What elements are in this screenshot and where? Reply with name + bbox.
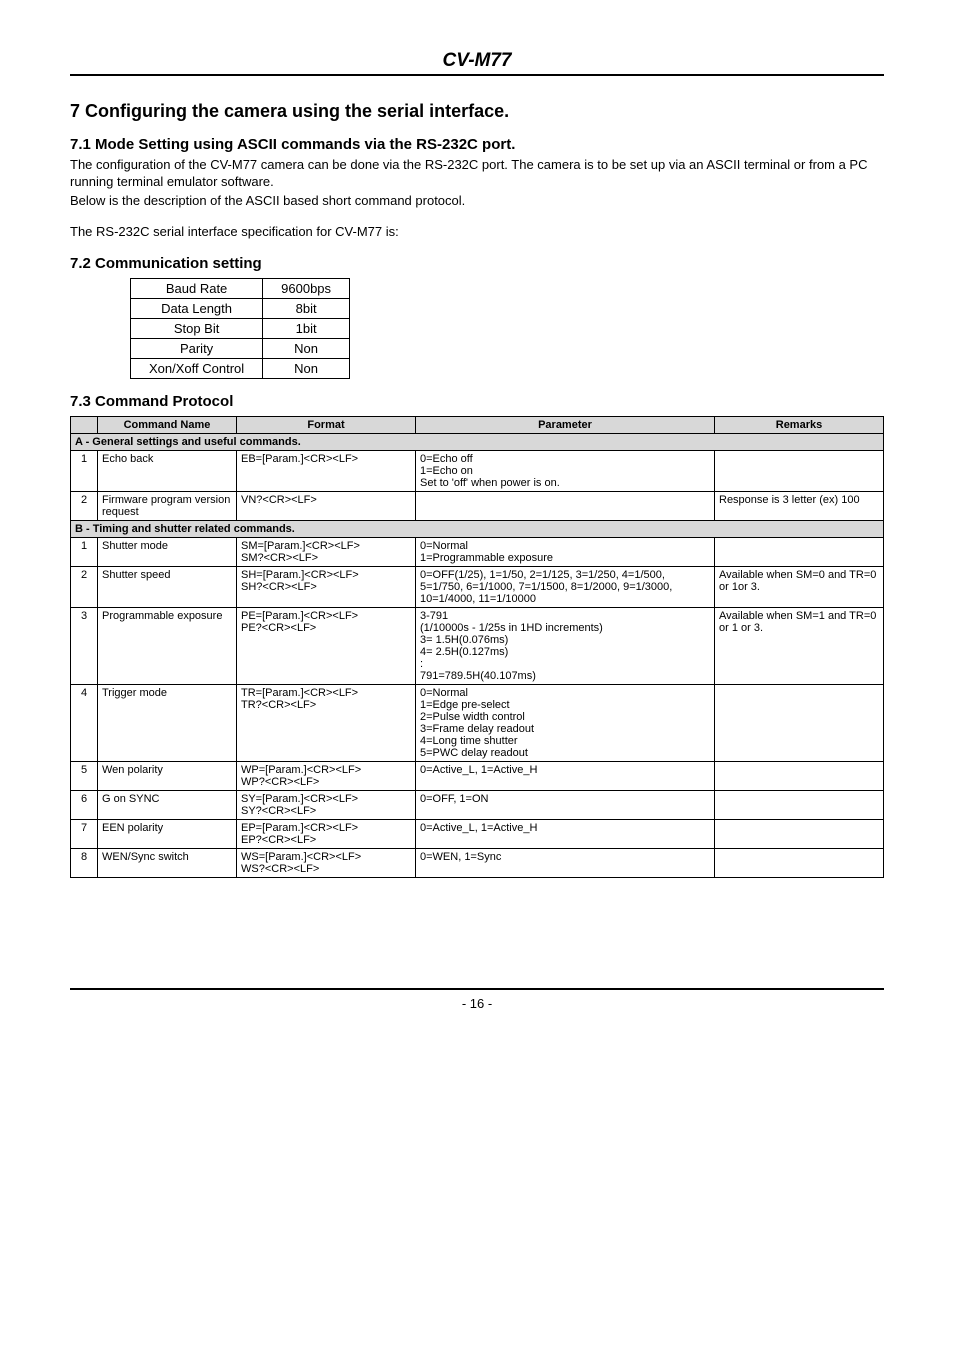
- cmd-num: 7: [71, 819, 98, 848]
- setting-key: Parity: [131, 338, 263, 358]
- cmd-format: EP=[Param.]<CR><LF> EP?<CR><LF>: [237, 819, 416, 848]
- table-row: Xon/Xoff ControlNon: [131, 358, 350, 378]
- cmd-param: 0=Active_L, 1=Active_H: [416, 761, 715, 790]
- table-row: 3 Programmable exposure PE=[Param.]<CR><…: [71, 607, 884, 684]
- table-row: 7 EEN polarity EP=[Param.]<CR><LF> EP?<C…: [71, 819, 884, 848]
- cmd-remarks: Response is 3 letter (ex) 100: [715, 491, 884, 520]
- command-protocol-table: Command Name Format Parameter Remarks A …: [70, 416, 884, 878]
- col-format: Format: [237, 416, 416, 433]
- section-7-1-p1: The configuration of the CV-M77 camera c…: [70, 157, 884, 191]
- cmd-name: WEN/Sync switch: [98, 848, 237, 877]
- group-a-row: A - General settings and useful commands…: [71, 433, 884, 450]
- cmd-format: SM=[Param.]<CR><LF> SM?<CR><LF>: [237, 537, 416, 566]
- page-footer: - 16 -: [70, 988, 884, 1011]
- page-number: - 16 -: [462, 996, 492, 1011]
- cmd-format: WS=[Param.]<CR><LF> WS?<CR><LF>: [237, 848, 416, 877]
- cmd-name: Shutter speed: [98, 566, 237, 607]
- table-row: 6 G on SYNC SY=[Param.]<CR><LF> SY?<CR><…: [71, 790, 884, 819]
- table-row: 1 Shutter mode SM=[Param.]<CR><LF> SM?<C…: [71, 537, 884, 566]
- communication-settings-table: Baud Rate9600bps Data Length8bit Stop Bi…: [130, 278, 350, 379]
- group-b-label: B - Timing and shutter related commands.: [71, 520, 884, 537]
- col-remarks: Remarks: [715, 416, 884, 433]
- cmd-num: 8: [71, 848, 98, 877]
- cmd-num: 2: [71, 566, 98, 607]
- setting-value: Non: [263, 358, 350, 378]
- table-row: 5 Wen polarity WP=[Param.]<CR><LF> WP?<C…: [71, 761, 884, 790]
- cmd-param: 0=Normal 1=Edge pre-select 2=Pulse width…: [416, 684, 715, 761]
- cmd-param: 0=Normal 1=Programmable exposure: [416, 537, 715, 566]
- cmd-param: 0=Echo off 1=Echo on Set to 'off' when p…: [416, 450, 715, 491]
- cmd-remarks: [715, 761, 884, 790]
- cmd-num: 2: [71, 491, 98, 520]
- cmd-num: 3: [71, 607, 98, 684]
- setting-key: Xon/Xoff Control: [131, 358, 263, 378]
- setting-key: Data Length: [131, 298, 263, 318]
- table-row: 1 Echo back EB=[Param.]<CR><LF> 0=Echo o…: [71, 450, 884, 491]
- section-7-1-p2: Below is the description of the ASCII ba…: [70, 193, 884, 210]
- cmd-name: Shutter mode: [98, 537, 237, 566]
- cmd-num: 1: [71, 537, 98, 566]
- cmd-param: 0=Active_L, 1=Active_H: [416, 819, 715, 848]
- table-row: 2 Firmware program version request VN?<C…: [71, 491, 884, 520]
- table-header-row: Command Name Format Parameter Remarks: [71, 416, 884, 433]
- cmd-format: VN?<CR><LF>: [237, 491, 416, 520]
- section-7-2-heading: 7.2 Communication setting: [70, 255, 884, 272]
- table-row: 4 Trigger mode TR=[Param.]<CR><LF> TR?<C…: [71, 684, 884, 761]
- cmd-remarks: [715, 537, 884, 566]
- cmd-remarks: Available when SM=1 and TR=0 or 1 or 3.: [715, 607, 884, 684]
- cmd-format: WP=[Param.]<CR><LF> WP?<CR><LF>: [237, 761, 416, 790]
- cmd-param: 3-791 (1/10000s - 1/25s in 1HD increment…: [416, 607, 715, 684]
- cmd-name: Programmable exposure: [98, 607, 237, 684]
- group-b-row: B - Timing and shutter related commands.: [71, 520, 884, 537]
- cmd-format: EB=[Param.]<CR><LF>: [237, 450, 416, 491]
- cmd-remarks: [715, 450, 884, 491]
- cmd-remarks: [715, 684, 884, 761]
- section-7-title: 7 Configuring the camera using the seria…: [70, 101, 884, 122]
- cmd-param: 0=OFF(1/25), 1=1/50, 2=1/125, 3=1/250, 4…: [416, 566, 715, 607]
- page-header-model: CV-M77: [70, 50, 884, 76]
- cmd-num: 1: [71, 450, 98, 491]
- section-7-1-p3: The RS-232C serial interface specificati…: [70, 224, 884, 241]
- cmd-num: 6: [71, 790, 98, 819]
- col-command-name: Command Name: [98, 416, 237, 433]
- setting-value: 1bit: [263, 318, 350, 338]
- cmd-name: EEN polarity: [98, 819, 237, 848]
- cmd-name: Wen polarity: [98, 761, 237, 790]
- cmd-format: SY=[Param.]<CR><LF> SY?<CR><LF>: [237, 790, 416, 819]
- group-a-label: A - General settings and useful commands…: [71, 433, 884, 450]
- section-7-1-heading: 7.1 Mode Setting using ASCII commands vi…: [70, 136, 884, 153]
- cmd-param: [416, 491, 715, 520]
- table-row: Baud Rate9600bps: [131, 278, 350, 298]
- table-row: Data Length8bit: [131, 298, 350, 318]
- cmd-num: 4: [71, 684, 98, 761]
- cmd-name: Trigger mode: [98, 684, 237, 761]
- setting-key: Stop Bit: [131, 318, 263, 338]
- table-row: 8 WEN/Sync switch WS=[Param.]<CR><LF> WS…: [71, 848, 884, 877]
- section-7-3-heading: 7.3 Command Protocol: [70, 393, 884, 410]
- cmd-num: 5: [71, 761, 98, 790]
- cmd-name: G on SYNC: [98, 790, 237, 819]
- setting-value: 8bit: [263, 298, 350, 318]
- setting-value: 9600bps: [263, 278, 350, 298]
- cmd-remarks: Available when SM=0 and TR=0 or 1or 3.: [715, 566, 884, 607]
- cmd-format: PE=[Param.]<CR><LF> PE?<CR><LF>: [237, 607, 416, 684]
- table-row: ParityNon: [131, 338, 350, 358]
- setting-key: Baud Rate: [131, 278, 263, 298]
- table-row: 2 Shutter speed SH=[Param.]<CR><LF> SH?<…: [71, 566, 884, 607]
- cmd-param: 0=WEN, 1=Sync: [416, 848, 715, 877]
- col-blank: [71, 416, 98, 433]
- cmd-format: SH=[Param.]<CR><LF> SH?<CR><LF>: [237, 566, 416, 607]
- col-parameter: Parameter: [416, 416, 715, 433]
- cmd-remarks: [715, 819, 884, 848]
- cmd-format: TR=[Param.]<CR><LF> TR?<CR><LF>: [237, 684, 416, 761]
- table-row: Stop Bit1bit: [131, 318, 350, 338]
- setting-value: Non: [263, 338, 350, 358]
- cmd-remarks: [715, 848, 884, 877]
- cmd-name: Firmware program version request: [98, 491, 237, 520]
- cmd-param: 0=OFF, 1=ON: [416, 790, 715, 819]
- cmd-name: Echo back: [98, 450, 237, 491]
- cmd-remarks: [715, 790, 884, 819]
